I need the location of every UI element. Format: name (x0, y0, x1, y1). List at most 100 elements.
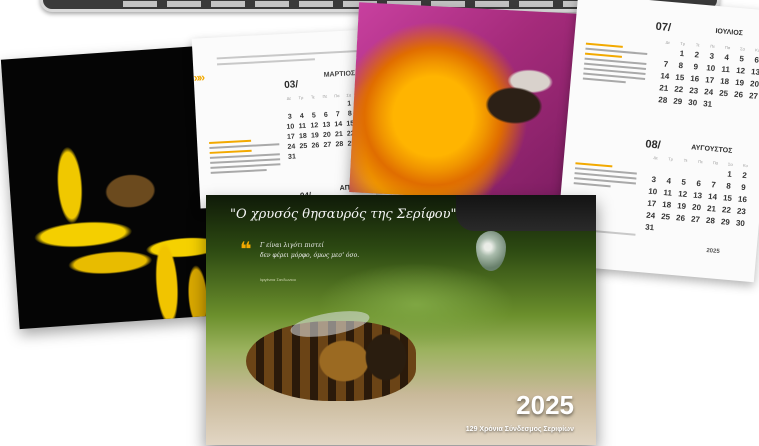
calendar-day: 19 (734, 77, 745, 88)
calendar-day: 30 (687, 97, 698, 108)
calendar-day: 16 (737, 194, 748, 205)
photo-bee-orange-flower (349, 2, 583, 204)
calendar-day: 17 (646, 198, 657, 209)
calendar-day: 18 (298, 132, 308, 141)
calendar-day: 4 (299, 112, 305, 121)
calendar-day: 10 (705, 63, 716, 74)
calendar-day: 17 (286, 133, 296, 141)
calendar-day: 18 (719, 76, 730, 87)
calendar-day: 12 (677, 189, 688, 200)
calendar-day: 22 (721, 205, 732, 215)
calendar-day: 14 (334, 120, 343, 129)
weekday-label: Δε (286, 95, 292, 101)
weekday-label: Σα (727, 161, 734, 167)
calendar-day: 3 (709, 51, 715, 61)
weekday-label: Τρ (668, 156, 674, 162)
calendar-day: 5 (311, 112, 317, 120)
calendar-day: 6 (696, 178, 702, 189)
calendar-day: 24 (287, 143, 296, 151)
poster-title: "Ο χρυσός θησαυρός της Σερίφου" (230, 207, 457, 222)
weekday-label: Πα (712, 160, 719, 166)
calendar-day: 10 (647, 186, 658, 197)
calendar-day: 23 (688, 85, 699, 96)
calendar-day: 5 (739, 54, 745, 64)
quote-author: Ιφιγένεια Σανδωνιου (260, 277, 296, 282)
calendar-day: 28 (335, 140, 344, 149)
calendar-day: 31 (287, 153, 297, 161)
calendar-day (662, 164, 678, 174)
faucet-shape (456, 195, 596, 231)
weekday-label: Τε (695, 42, 700, 48)
calendar-day: 20 (691, 202, 702, 213)
footer-year: 2025 (706, 247, 720, 256)
calendar-day: 19 (310, 132, 319, 140)
month-number: 03/ (283, 79, 299, 91)
calendar-day: 6 (754, 55, 759, 65)
calendar-day: 5 (681, 177, 687, 187)
calendar-day: 20 (749, 79, 759, 89)
calendar-day: 29 (720, 217, 731, 227)
calendar-day (659, 47, 675, 57)
calendar-day: 7 (663, 59, 669, 69)
august-name: ΑΥΓΟΥΣΤΟΣ (690, 144, 733, 155)
weekday-label: Κυ (742, 162, 749, 169)
calendar-day: 25 (299, 142, 308, 151)
calendar-day: 1 (726, 169, 733, 179)
calendar-day: 14 (707, 191, 718, 202)
quote-line-1: Γ είναι λιγότι πιστεί (260, 242, 324, 249)
calendar-day: 4 (666, 176, 672, 186)
calendar-day (692, 166, 708, 176)
calendar-day: 22 (673, 84, 684, 95)
weekday-label: Τρ (680, 40, 686, 47)
calendar-day (647, 163, 663, 173)
calendar-day: 17 (704, 75, 715, 85)
august-events-list (573, 162, 637, 192)
calendar-day: 28 (657, 95, 668, 105)
calendar-day: 26 (311, 142, 320, 150)
calendar-day: 11 (298, 122, 307, 131)
calendar-page-march: »» 03/ ΜΑΡΤΙΟΣ ΔεΤρΤεΠεΠαΣαΚυ12345678910… (191, 29, 377, 209)
calendar-day: 31 (702, 99, 713, 109)
calendar-day: 11 (721, 64, 731, 75)
calendar-day (730, 101, 746, 111)
events-list (209, 138, 281, 177)
calendar-day: 16 (689, 73, 700, 84)
calendar-day: 14 (660, 71, 670, 82)
calendar-day (715, 100, 731, 110)
quote-line-2: δεν φέρει μόρφο, όμως μεσ' όσο. (260, 252, 360, 259)
calendar-day: 30 (735, 218, 746, 229)
july-events-list (582, 42, 648, 88)
calendar-day: 1 (679, 48, 685, 59)
calendar-day: 23 (736, 206, 747, 217)
july-name: ΙΟΥΛΙΟΣ (715, 27, 744, 38)
weekday-label: Κυ (754, 47, 759, 53)
calendar-day: 4 (724, 52, 730, 63)
calendar-day: 24 (645, 210, 656, 221)
weekday-label: Τε (683, 157, 688, 163)
calendar-day: 26 (675, 213, 686, 223)
month-grid-august: Δε Τρ Τε Πε Πα Σα Κυ 1 2 3 4 5 6 7 8 9 10 11 12 13 14 15 16 17 1… (642, 155, 753, 241)
calendar-day (307, 102, 319, 110)
calendar-day: 7 (335, 111, 340, 119)
calendar-day (331, 101, 343, 109)
weekday-label: Τε (310, 94, 315, 100)
calendar-day: 2 (741, 170, 748, 181)
quote-mark-icon: ❝ (240, 239, 252, 261)
calendar-cover-poster: "Ο χρυσός θησαυρός της Σερίφου" ❝ Γ είνα… (206, 195, 596, 445)
calendar-day: 28 (705, 215, 716, 226)
calendar-day: 25 (660, 211, 671, 222)
calendar-day: 29 (672, 96, 683, 107)
calendar-day: 2 (694, 50, 700, 60)
calendar-day: 27 (323, 141, 332, 149)
weekday-label: Σα (739, 46, 746, 52)
month-name: ΜΑΡΤΙΟΣ (323, 70, 356, 79)
calendar-day: 12 (310, 122, 319, 130)
poster-quote: Γ είναι λιγότι πιστεί δεν φέρει μόρφο, ό… (260, 241, 359, 261)
calendar-day: 21 (334, 130, 343, 139)
calendar-day: 8 (678, 60, 684, 71)
weekday-label: Πε (322, 93, 328, 99)
calendar-day: 26 (733, 89, 744, 100)
weekday-label: Τρ (298, 94, 304, 101)
calendar-day: 3 (651, 174, 657, 185)
calendar-day: 12 (735, 65, 746, 76)
